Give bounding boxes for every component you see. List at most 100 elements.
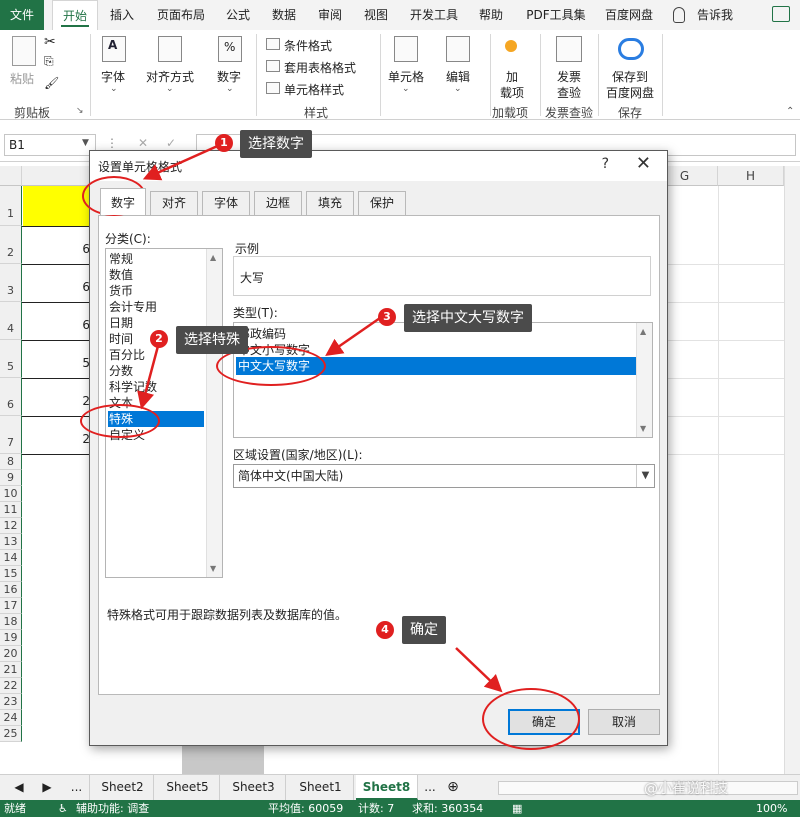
more-sheets-left[interactable]: ...: [64, 775, 90, 800]
column-header-h[interactable]: H: [718, 166, 784, 186]
close-icon[interactable]: ✕: [636, 153, 651, 174]
row-header[interactable]: 17: [0, 598, 22, 614]
save-to-label-line2[interactable]: 百度网盘: [606, 84, 654, 101]
row-header[interactable]: 5: [0, 340, 22, 378]
tab-view[interactable]: 视图: [354, 0, 398, 30]
tab-font[interactable]: 字体: [202, 191, 250, 215]
row-header[interactable]: 7: [0, 416, 22, 454]
normal-view-icon[interactable]: ▦: [512, 800, 522, 817]
status-accessibility[interactable]: 辅助功能: 调查: [76, 800, 149, 817]
chevron-down-icon[interactable]: ▼: [82, 138, 89, 148]
invoice-label-line1[interactable]: 发票: [557, 68, 581, 85]
list-item[interactable]: 科学记数: [108, 379, 204, 395]
sheet-tab-sheet2[interactable]: Sheet2: [92, 775, 154, 800]
conditional-format-button[interactable]: 条件格式: [284, 37, 332, 54]
tab-data[interactable]: 数据: [262, 0, 306, 30]
row-header[interactable]: 16: [0, 582, 22, 598]
row-header[interactable]: 14: [0, 550, 22, 566]
zoom-level[interactable]: 100%: [756, 800, 787, 817]
next-sheet-icon[interactable]: ▶: [38, 775, 56, 800]
type-scrollbar[interactable]: ▲ ▼: [636, 323, 652, 437]
tab-alignment[interactable]: 对齐: [150, 191, 198, 215]
align-icon[interactable]: [158, 36, 182, 62]
cancel-entry-icon[interactable]: ✕: [138, 136, 148, 150]
addin-icon[interactable]: [505, 40, 517, 52]
tab-developer[interactable]: 开发工具: [402, 0, 466, 30]
tab-border[interactable]: 边框: [254, 191, 302, 215]
tab-protection[interactable]: 保护: [358, 191, 406, 215]
sheet-tab-sheet3[interactable]: Sheet3: [222, 775, 286, 800]
cell-style-button[interactable]: 单元格样式: [284, 81, 344, 98]
row-header[interactable]: 6: [0, 378, 22, 416]
comments-icon[interactable]: [772, 6, 790, 22]
list-item[interactable]: 分数: [108, 363, 204, 379]
row-header[interactable]: 9: [0, 470, 22, 486]
save-to-label-line1[interactable]: 保存到: [612, 68, 648, 85]
row-header[interactable]: 10: [0, 486, 22, 502]
row-header[interactable]: 13: [0, 534, 22, 550]
scroll-down-icon[interactable]: ▼: [640, 424, 646, 433]
cell-b2[interactable]: 6: [60, 242, 90, 256]
cell-b3[interactable]: 6: [60, 280, 90, 294]
align-button-label[interactable]: 对齐方式: [146, 68, 194, 85]
copy-icon[interactable]: ⎘: [44, 54, 54, 69]
row-header[interactable]: 20: [0, 646, 22, 662]
cell-b7[interactable]: 2: [60, 432, 90, 446]
list-item[interactable]: 数值: [108, 267, 204, 283]
tab-home[interactable]: 开始: [52, 0, 98, 30]
cell-b4[interactable]: 6: [60, 318, 90, 332]
scroll-up-icon[interactable]: ▲: [640, 327, 646, 336]
chevron-down-icon[interactable]: ▼: [636, 465, 654, 487]
row-header[interactable]: 12: [0, 518, 22, 534]
sheet-tab-sheet5[interactable]: Sheet5: [156, 775, 220, 800]
sheet-tab-sheet1[interactable]: Sheet1: [288, 775, 354, 800]
table-format-button[interactable]: 套用表格格式: [284, 59, 356, 76]
row-header[interactable]: 3: [0, 264, 22, 302]
invoice-check-icon[interactable]: [556, 36, 582, 62]
tab-insert[interactable]: 插入: [100, 0, 144, 30]
tab-formulas[interactable]: 公式: [218, 0, 258, 30]
row-header[interactable]: 22: [0, 678, 22, 694]
addin-label-line1[interactable]: 加: [506, 68, 518, 85]
tab-pdf-tools[interactable]: PDF工具集: [518, 0, 594, 30]
row-header[interactable]: 2: [0, 226, 22, 264]
scroll-up-icon[interactable]: ▲: [210, 253, 216, 262]
format-painter-icon[interactable]: 🖌: [44, 76, 59, 90]
tab-baidu-netdisk[interactable]: 百度网盘: [598, 0, 660, 30]
row-header[interactable]: 19: [0, 630, 22, 646]
tell-me-search[interactable]: 告诉我: [690, 0, 740, 30]
tab-help[interactable]: 帮助: [470, 0, 512, 30]
row-header[interactable]: 4: [0, 302, 22, 340]
row-header[interactable]: 11: [0, 502, 22, 518]
row-header[interactable]: 8: [0, 454, 22, 470]
cut-icon[interactable]: ✂: [44, 34, 56, 50]
confirm-entry-icon[interactable]: ✓: [166, 136, 176, 150]
cell-b5[interactable]: 5: [60, 356, 90, 370]
row-header[interactable]: 15: [0, 566, 22, 582]
cell-b6[interactable]: 2: [60, 394, 90, 408]
row-header[interactable]: 25: [0, 726, 22, 742]
tab-fill[interactable]: 填充: [306, 191, 354, 215]
more-sheets-right[interactable]: ...: [418, 775, 442, 800]
tab-review[interactable]: 审阅: [310, 0, 350, 30]
paste-icon[interactable]: [12, 36, 36, 66]
edit-button-label[interactable]: 编辑: [446, 68, 470, 85]
row-header[interactable]: 21: [0, 662, 22, 678]
prev-sheet-icon[interactable]: ◀: [10, 775, 28, 800]
list-item[interactable]: 常规: [108, 251, 204, 267]
cells-button-label[interactable]: 单元格: [388, 68, 424, 85]
scroll-down-icon[interactable]: ▼: [210, 564, 216, 573]
tab-number[interactable]: 数字: [100, 188, 146, 215]
addin-label-line2[interactable]: 载项: [500, 84, 524, 101]
row-header[interactable]: 1: [0, 186, 22, 226]
list-item[interactable]: 货币: [108, 283, 204, 299]
row-header[interactable]: 24: [0, 710, 22, 726]
list-item[interactable]: 会计专用: [108, 299, 204, 315]
tab-page-layout[interactable]: 页面布局: [150, 0, 212, 30]
search-icon[interactable]: [446, 36, 470, 62]
cells-icon[interactable]: [394, 36, 418, 62]
sheet-tab-sheet8[interactable]: Sheet8: [356, 775, 418, 800]
add-sheet-icon[interactable]: ⊕: [442, 775, 464, 800]
font-button-label[interactable]: 字体: [101, 68, 125, 85]
collapse-ribbon-icon[interactable]: ⌃: [786, 106, 794, 117]
